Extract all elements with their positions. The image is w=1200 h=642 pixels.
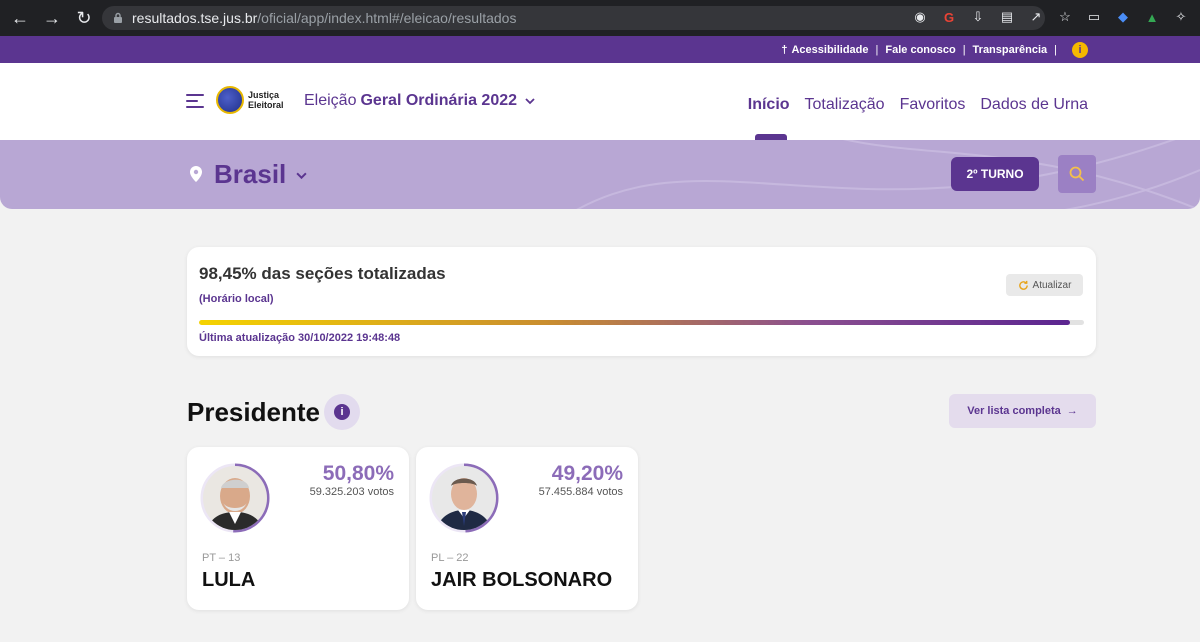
location-name[interactable]: Brasil: [214, 159, 286, 190]
view-full-list-label: Ver lista completa: [967, 405, 1061, 417]
candidate-card[interactable]: 50,80% 59.325.203 votos PT – 13 LULA: [187, 447, 409, 610]
candidate-party: PL – 22: [431, 552, 469, 564]
document-icon[interactable]: ▭: [1085, 8, 1103, 26]
election-name: Geral Ordinária 2022: [360, 92, 518, 109]
info-icon[interactable]: i: [1072, 41, 1088, 58]
section-title: Presidente: [187, 397, 320, 427]
progress-bar: [199, 320, 1084, 325]
globe-logo-icon: [216, 86, 244, 114]
candidate-card[interactable]: 49,20% 57.455.884 votos PL – 22 JAIR BOL…: [416, 447, 638, 610]
extension-icons: ◉ G ⇩ ▤ ↗ ☆ ▭ ◆ ▲ ✧: [911, 8, 1190, 26]
decorative-lines: [576, 140, 1200, 209]
candidate-name: JAIR BOLSONARO: [431, 569, 613, 591]
reload-icon[interactable]: ↻: [72, 6, 96, 30]
view-full-list-button[interactable]: Ver lista completa →: [949, 394, 1096, 428]
tab-dados-de-urna[interactable]: Dados de Urna: [980, 96, 1088, 114]
candidate-votes: 57.455.884 votos: [538, 486, 623, 498]
candidate-photo: [432, 466, 496, 530]
last-update: Última atualização 30/10/2022 19:48:48: [199, 332, 401, 344]
search-button[interactable]: [1058, 155, 1096, 193]
second-round-button[interactable]: 2º TURNO: [951, 157, 1039, 191]
address-bar[interactable]: resultados.tse.jus.br/oficial/app/index.…: [102, 6, 1045, 30]
forward-icon[interactable]: →: [40, 6, 64, 30]
refresh-button[interactable]: Atualizar: [1006, 274, 1083, 296]
blocked-icon[interactable]: ◉: [911, 8, 929, 26]
accessibility-link[interactable]: Acessibilidade: [791, 44, 868, 56]
info-icon: i: [334, 404, 350, 420]
back-icon[interactable]: ←: [8, 6, 32, 30]
candidate-percentage: 50,80%: [322, 462, 394, 485]
install-icon[interactable]: ⇩: [969, 8, 987, 26]
divider: |: [875, 43, 879, 56]
tab-inicio[interactable]: Início: [748, 96, 790, 114]
election-selector[interactable]: Eleição Geral Ordinária 2022: [304, 92, 535, 110]
lock-icon: [114, 12, 122, 23]
progress-bar-fill: [199, 320, 1071, 325]
browser-toolbar: ← → ↻ resultados.tse.jus.br/oficial/app/…: [0, 0, 1200, 36]
url-path: /oficial/app/index.html#/eleicao/resulta…: [257, 10, 517, 26]
candidate-votes: 59.325.203 votos: [309, 486, 394, 498]
logo-text: Justiça Eleitoral: [248, 90, 284, 110]
drive-icon[interactable]: ▲: [1143, 8, 1161, 26]
candidate-name: LULA: [202, 569, 256, 591]
candidate-photo: [203, 466, 267, 530]
progress-title: 98,45% das seções totalizadas: [199, 264, 446, 283]
translate-icon[interactable]: ▤: [998, 8, 1016, 26]
progress-card: 98,45% das seções totalizadas (Horário l…: [187, 247, 1096, 356]
arrow-right-icon: →: [1066, 405, 1078, 417]
bookmark-star-icon[interactable]: ☆: [1056, 8, 1074, 26]
main-nav: Início Totalização Favoritos Dados de Ur…: [748, 96, 1088, 114]
election-prefix: Eleição: [304, 92, 357, 109]
shield-extension-icon[interactable]: ◆: [1114, 8, 1132, 26]
location-band: Brasil 2º TURNO: [0, 140, 1200, 209]
google-icon[interactable]: G: [940, 8, 958, 26]
search-icon: [1069, 166, 1085, 182]
logo[interactable]: Justiça Eleitoral: [216, 86, 284, 114]
chevron-down-icon[interactable]: [296, 170, 307, 181]
refresh-icon: [1018, 280, 1028, 290]
location-pin-icon: [190, 166, 202, 182]
divider: |: [1054, 43, 1057, 56]
tab-totalizacao[interactable]: Totalização: [805, 96, 885, 114]
info-button[interactable]: i: [324, 394, 360, 430]
candidate-percentage: 49,20%: [551, 462, 623, 485]
refresh-label: Atualizar: [1032, 279, 1072, 291]
transparency-link[interactable]: Transparência: [973, 44, 1048, 56]
tab-favoritos[interactable]: Favoritos: [900, 96, 966, 114]
candidate-party: PT – 13: [202, 552, 241, 564]
share-icon[interactable]: ↗: [1027, 8, 1045, 26]
menu-icon[interactable]: [186, 94, 204, 112]
divider: |: [962, 43, 966, 56]
chevron-down-icon: [525, 98, 535, 105]
url-host: resultados.tse.jus.br: [132, 10, 258, 26]
extensions-puzzle-icon[interactable]: ✧: [1172, 8, 1190, 26]
utility-bar: † Acessibilidade | Fale conosco | Transp…: [0, 36, 1200, 63]
contact-link[interactable]: Fale conosco: [885, 44, 955, 56]
progress-subtitle: (Horário local): [199, 293, 274, 305]
accessibility-icon: †: [781, 43, 788, 56]
site-header: Justiça Eleitoral Eleição Geral Ordinári…: [0, 63, 1200, 140]
